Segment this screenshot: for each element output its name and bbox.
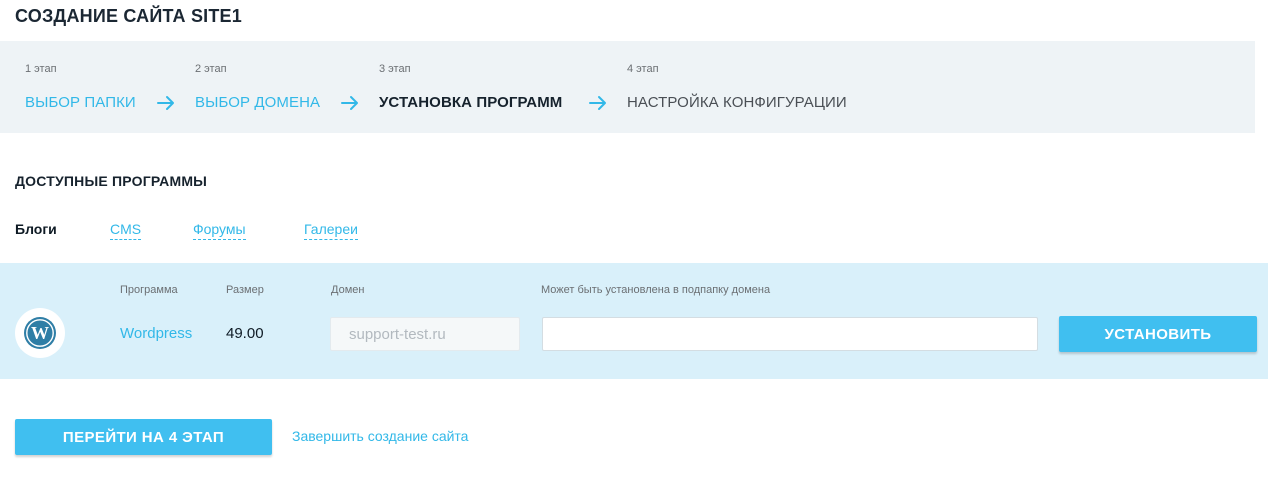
step-link-select-domain[interactable]: ВЫБОР ДОМЕНА [195, 94, 320, 111]
program-size: 49.00 [226, 325, 264, 342]
step-number: 3 этап [379, 63, 411, 75]
arrow-right-icon [589, 96, 606, 110]
column-header-program: Программа [120, 284, 178, 296]
page-title: СОЗДАНИЕ САЙТА SITE1 [15, 6, 242, 26]
step-number: 1 этап [25, 63, 57, 75]
category-tab-galleries[interactable]: Галереи [304, 221, 358, 240]
program-row: Программа Размер Домен Может быть устано… [0, 263, 1268, 379]
category-tab-cms[interactable]: CMS [110, 221, 142, 240]
category-tab-forums[interactable]: Форумы [193, 221, 246, 240]
next-step-button[interactable]: ПЕРЕЙТИ НА 4 ЭТАП [15, 419, 272, 455]
arrow-right-icon [341, 96, 358, 110]
column-header-size: Размер [226, 284, 264, 296]
column-header-domain: Домен [331, 284, 365, 296]
wordpress-icon: W [15, 308, 65, 358]
finish-site-creation-link[interactable]: Завершить создание сайта [292, 428, 468, 444]
step-label-configuration: НАСТРОЙКА КОНФИГУРАЦИИ [627, 94, 847, 111]
step-number: 2 этап [195, 63, 227, 75]
category-tab-blogs[interactable]: Блоги [15, 221, 57, 239]
wizard-steps: 1 этап ВЫБОР ПАПКИ 2 этап ВЫБОР ДОМЕНА 3… [0, 41, 1255, 133]
svg-text:W: W [31, 323, 49, 343]
arrow-right-icon [157, 96, 174, 110]
domain-field: support-test.ru [330, 317, 520, 351]
subfolder-input[interactable] [542, 317, 1038, 351]
step-label-install-programs: УСТАНОВКА ПРОГРАММ [379, 94, 563, 111]
section-title: ДОСТУПНЫЕ ПРОГРАММЫ [15, 173, 208, 189]
step-link-select-folder[interactable]: ВЫБОР ПАПКИ [25, 94, 136, 111]
program-name[interactable]: Wordpress [120, 325, 192, 342]
column-header-subfolder: Может быть установлена в подпапку домена [541, 284, 771, 296]
install-button[interactable]: УСТАНОВИТЬ [1059, 316, 1257, 352]
step-number: 4 этап [627, 63, 659, 75]
